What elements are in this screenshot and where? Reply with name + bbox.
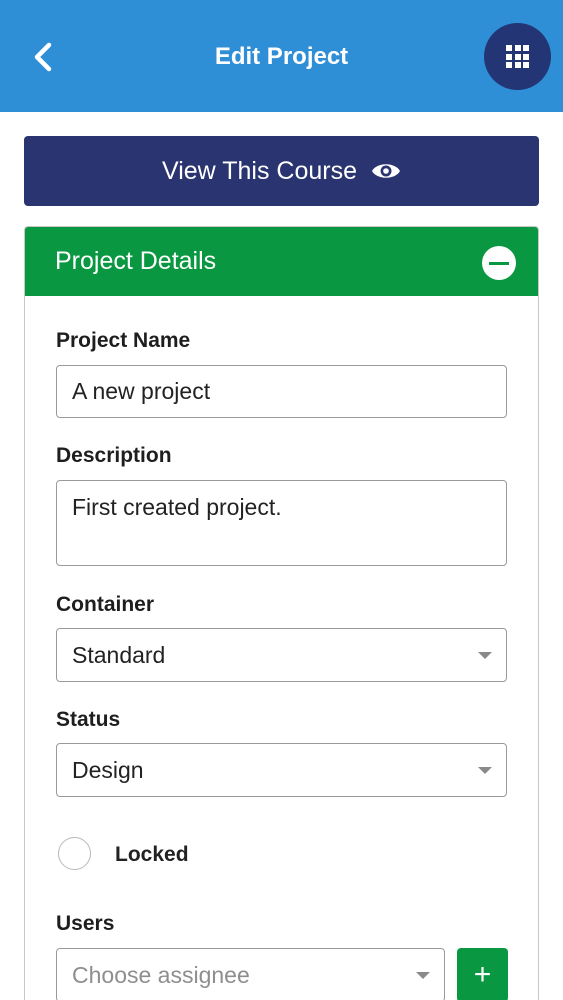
description-textarea[interactable]: First created project. <box>56 480 507 566</box>
grid-apps-icon <box>506 45 529 68</box>
view-course-button[interactable]: View This Course <box>24 136 539 206</box>
panel-header[interactable]: Project Details <box>25 227 538 296</box>
container-label: Container <box>56 593 155 616</box>
caret-down-icon <box>478 766 492 774</box>
status-label: Status <box>56 708 121 731</box>
container-value: Standard <box>72 641 166 668</box>
minus-circle-icon[interactable] <box>482 246 516 280</box>
apps-menu-button[interactable] <box>484 23 551 90</box>
status-select[interactable]: Design <box>56 743 507 797</box>
top-bar: Edit Project <box>0 0 563 112</box>
status-value: Design <box>72 756 144 783</box>
users-select[interactable]: Choose assignee <box>56 948 445 1000</box>
container-select[interactable]: Standard <box>56 628 507 682</box>
eye-icon <box>372 164 400 178</box>
users-label: Users <box>56 912 115 935</box>
users-placeholder: Choose assignee <box>72 961 250 988</box>
view-course-label: View This Course <box>162 156 357 185</box>
project-name-input[interactable]: A new project <box>56 365 507 418</box>
locked-label: Locked <box>115 843 189 866</box>
project-name-value: A new project <box>72 378 211 404</box>
caret-down-icon <box>416 971 430 979</box>
panel-title: Project Details <box>55 247 217 275</box>
project-name-label: Project Name <box>56 329 191 352</box>
description-value: First created project. <box>72 494 282 520</box>
project-details-panel: Project Details Project Name A new proje… <box>24 226 539 1000</box>
description-label: Description <box>56 444 172 467</box>
page-title: Edit Project <box>214 43 349 70</box>
plus-icon: + <box>473 958 492 991</box>
caret-down-icon <box>478 651 492 659</box>
locked-radio[interactable] <box>58 837 91 870</box>
add-user-button[interactable]: + <box>457 948 508 1000</box>
